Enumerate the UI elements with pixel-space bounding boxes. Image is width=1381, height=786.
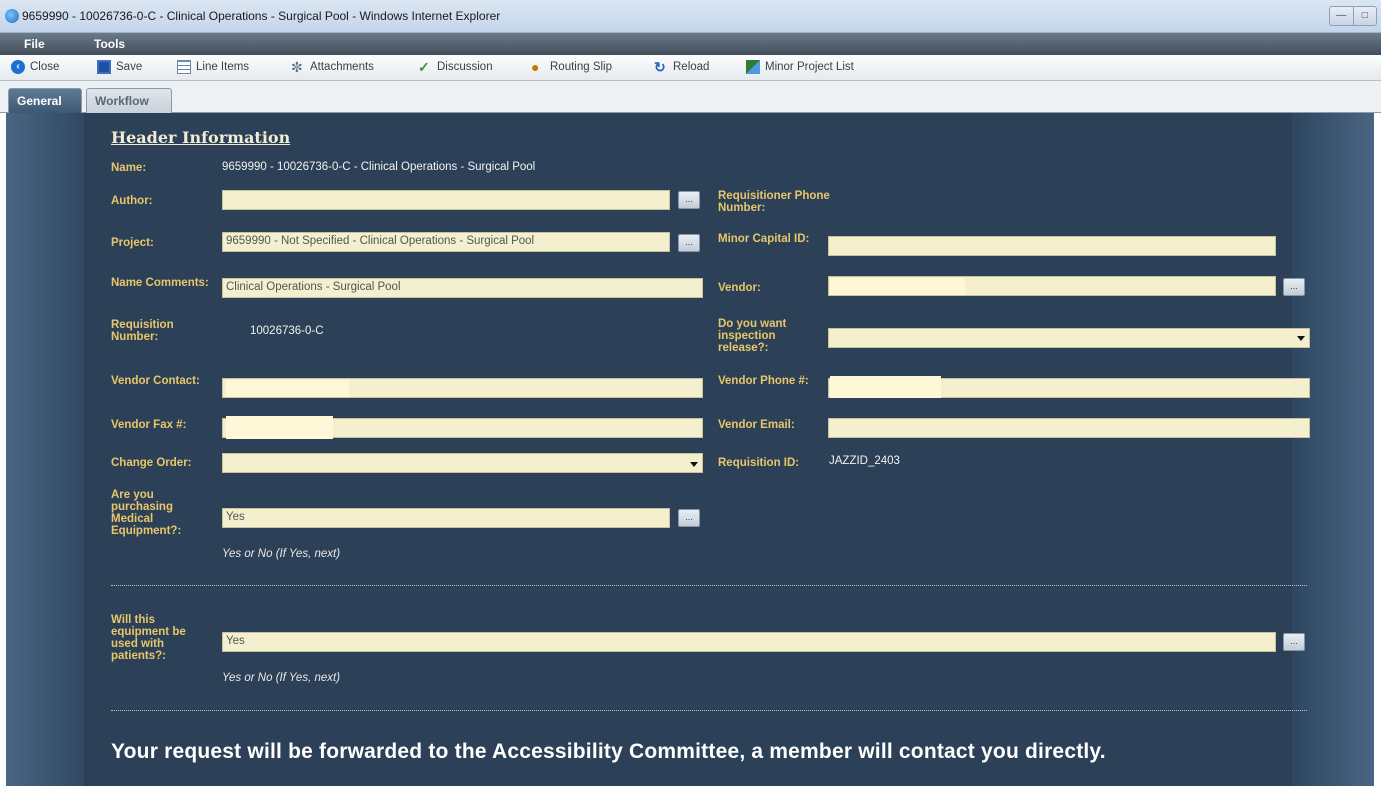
medical-equipment-lookup-button[interactable]: ... bbox=[678, 509, 700, 527]
tab-strip: General Workflow bbox=[0, 81, 1381, 113]
save-button[interactable]: Save bbox=[97, 60, 142, 74]
medical-equipment-hint: Yes or No (If Yes, next) bbox=[222, 548, 341, 560]
author-lookup-button[interactable]: ... bbox=[678, 191, 700, 209]
requisitioner-phone-label: Requisitioner Phone Number: bbox=[718, 190, 830, 214]
project-label: Project: bbox=[111, 237, 154, 249]
menu-tools[interactable]: Tools bbox=[94, 37, 125, 51]
inspection-release-label: Do you want inspection release?: bbox=[718, 318, 787, 354]
name-value: 9659990 - 10026736-0-C - Clinical Operat… bbox=[222, 161, 536, 173]
toolbar: ‹ Close Save Line Items ✼ Attachments ✓ … bbox=[0, 55, 1381, 81]
minimize-icon[interactable]: — bbox=[1330, 7, 1354, 25]
vendor-lookup-button[interactable]: ... bbox=[1283, 278, 1305, 296]
line-items-label: Line Items bbox=[196, 61, 250, 73]
accessibility-message: Your request will be forwarded to the Ac… bbox=[111, 740, 1106, 763]
routing-slip-label: Routing Slip bbox=[550, 61, 613, 73]
author-label: Author: bbox=[111, 195, 153, 207]
vendor-phone-label: Vendor Phone #: bbox=[718, 375, 809, 387]
window-title: 9659990 - 10026736-0-C - Clinical Operat… bbox=[22, 9, 501, 23]
routing-slip-button[interactable]: ● Routing Slip bbox=[531, 60, 612, 74]
vendor-email-field[interactable] bbox=[828, 418, 1310, 438]
patients-label: Will this equipment be used with patient… bbox=[111, 614, 186, 662]
requisition-number-label: Requisition Number: bbox=[111, 319, 174, 343]
attachments-label: Attachments bbox=[310, 61, 374, 73]
discussion-label: Discussion bbox=[437, 61, 493, 73]
paperclip-icon: ✼ bbox=[291, 59, 303, 75]
redacted-vendor-phone bbox=[830, 376, 941, 398]
requisition-id-label: Requisition ID: bbox=[718, 457, 800, 469]
reload-label: Reload bbox=[673, 61, 710, 73]
author-field[interactable] bbox=[222, 190, 670, 210]
save-icon bbox=[97, 60, 111, 74]
minor-project-list-button[interactable]: Minor Project List bbox=[746, 60, 854, 74]
save-label: Save bbox=[116, 61, 143, 73]
project-lookup-button[interactable]: ... bbox=[678, 234, 700, 252]
internet-explorer-icon bbox=[5, 9, 19, 23]
line-items-icon bbox=[177, 60, 191, 74]
reload-icon: ↻ bbox=[654, 59, 666, 75]
chevron-down-icon bbox=[1297, 336, 1305, 341]
section-divider bbox=[111, 710, 1307, 711]
menu-bar: File Tools bbox=[0, 33, 1381, 55]
window-controls: — □ bbox=[1329, 6, 1377, 26]
change-order-select[interactable] bbox=[222, 453, 703, 473]
requisition-number-value: 10026736-0-C bbox=[250, 325, 324, 337]
menu-file[interactable]: File bbox=[24, 37, 45, 51]
patients-field[interactable]: Yes bbox=[222, 632, 1276, 652]
vendor-label: Vendor: bbox=[718, 282, 761, 294]
change-order-label: Change Order: bbox=[111, 457, 192, 469]
line-items-button[interactable]: Line Items bbox=[177, 60, 249, 74]
vendor-email-label: Vendor Email: bbox=[718, 419, 795, 431]
minor-project-list-label: Minor Project List bbox=[765, 61, 854, 73]
minor-project-list-icon bbox=[746, 60, 760, 74]
tab-workflow[interactable]: Workflow bbox=[86, 88, 172, 113]
medical-equipment-field[interactable]: Yes bbox=[222, 508, 670, 528]
requisition-id-value: JAZZID_2403 bbox=[829, 455, 900, 467]
vendor-fax-label: Vendor Fax #: bbox=[111, 419, 187, 431]
patients-lookup-button[interactable]: ... bbox=[1283, 633, 1305, 651]
name-comments-field[interactable]: Clinical Operations - Surgical Pool bbox=[222, 278, 703, 298]
project-field[interactable]: 9659990 - Not Specified - Clinical Opera… bbox=[222, 232, 670, 252]
section-divider bbox=[111, 585, 1307, 586]
chevron-down-icon bbox=[690, 462, 698, 467]
redacted-vendor-fax bbox=[226, 416, 333, 439]
minor-capital-label: Minor Capital ID: bbox=[718, 233, 810, 245]
form-content-area bbox=[84, 113, 1292, 786]
redacted-vendor bbox=[830, 278, 965, 295]
redacted-vendor-contact bbox=[226, 380, 349, 397]
patients-hint: Yes or No (If Yes, next) bbox=[222, 672, 341, 684]
tab-general[interactable]: General bbox=[8, 88, 82, 113]
close-icon: ‹ bbox=[11, 60, 25, 74]
medical-equipment-label: Are you purchasing Medical Equipment?: bbox=[111, 489, 182, 537]
inspection-release-select[interactable] bbox=[828, 328, 1310, 348]
vendor-contact-label: Vendor Contact: bbox=[111, 375, 200, 387]
discussion-button[interactable]: ✓ Discussion bbox=[418, 60, 493, 74]
name-comments-label: Name Comments: bbox=[111, 277, 209, 289]
form-panel bbox=[6, 113, 1374, 786]
discussion-icon: ✓ bbox=[418, 59, 430, 75]
window-title-bar: 9659990 - 10026736-0-C - Clinical Operat… bbox=[0, 0, 1381, 33]
close-label: Close bbox=[30, 61, 60, 73]
name-label: Name: bbox=[111, 162, 147, 174]
section-title: Header Information bbox=[111, 128, 291, 147]
routing-slip-icon: ● bbox=[531, 59, 540, 75]
attachments-button[interactable]: ✼ Attachments bbox=[291, 60, 374, 74]
maximize-icon[interactable]: □ bbox=[1354, 7, 1377, 25]
minor-capital-field[interactable] bbox=[828, 236, 1276, 256]
close-button[interactable]: ‹ Close bbox=[11, 60, 59, 74]
reload-button[interactable]: ↻ Reload bbox=[654, 60, 709, 74]
